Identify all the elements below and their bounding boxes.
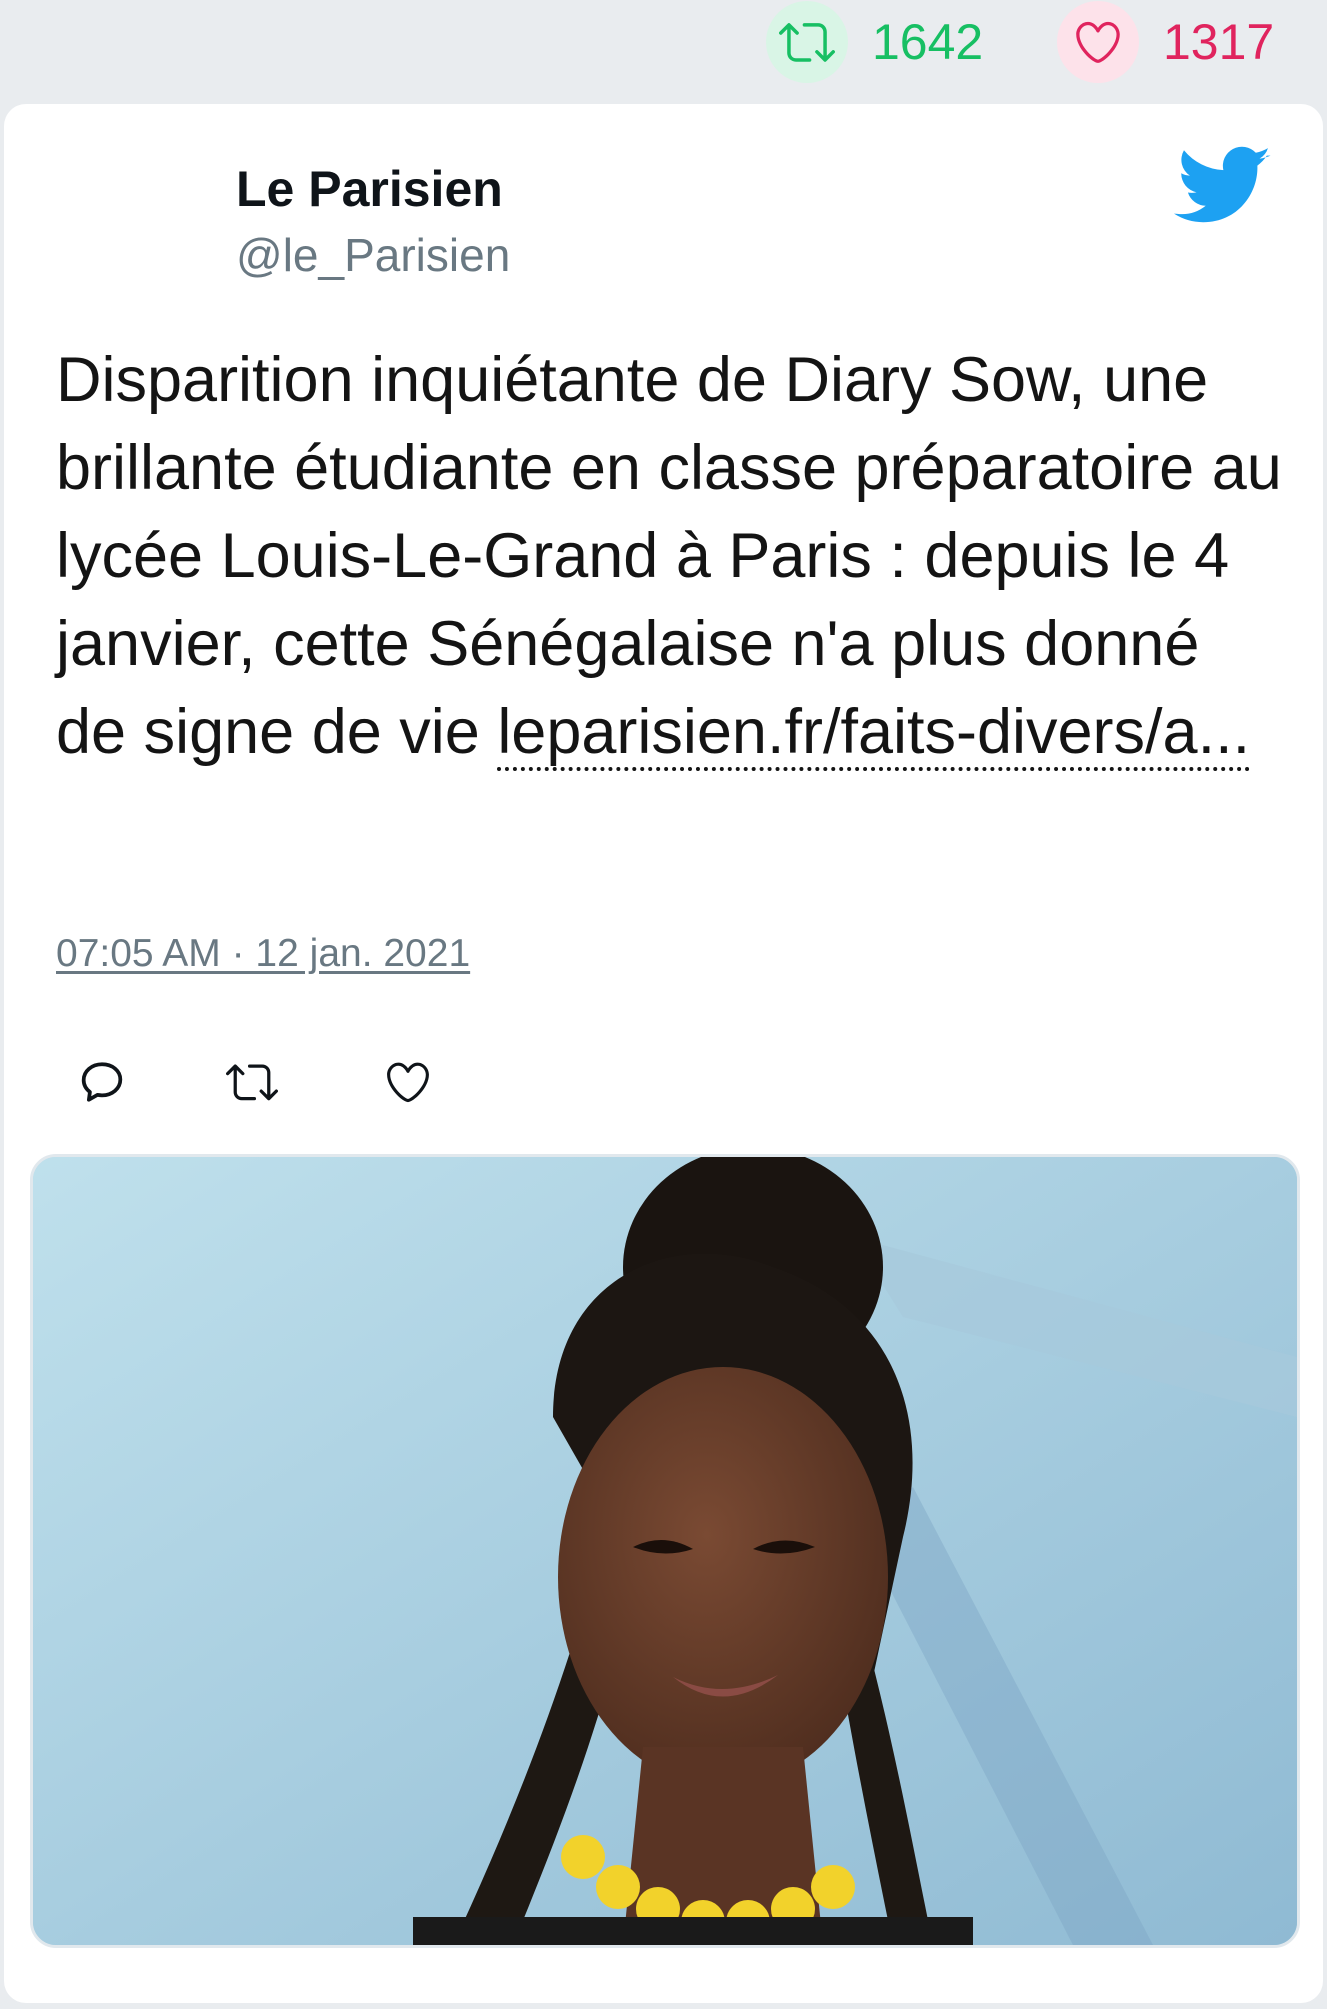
author-block[interactable]: Le Parisien @le_Parisien <box>236 164 510 278</box>
reply-icon[interactable] <box>72 1052 132 1112</box>
retweet-action-icon[interactable] <box>222 1052 282 1112</box>
like-stat[interactable]: 1317 <box>1057 1 1275 83</box>
retweet-icon[interactable] <box>766 1 848 83</box>
retweet-count: 1642 <box>872 14 984 70</box>
like-action-icon[interactable] <box>378 1052 438 1112</box>
tweet-timestamp[interactable]: 07:05 AM · 12 jan. 2021 <box>56 932 470 976</box>
twitter-bird-icon[interactable] <box>1174 146 1272 226</box>
top-garment <box>413 1917 973 1945</box>
author-handle[interactable]: @le_Parisien <box>236 232 510 278</box>
article-link[interactable]: leparisien.fr/faits-divers/a... <box>497 697 1251 771</box>
tweet-media-photo[interactable] <box>30 1154 1300 1948</box>
tweet-card: Le Parisien @le_Parisien Disparition inq… <box>4 104 1323 2003</box>
tweet-body: Disparition inquiétante de Diary Sow, un… <box>56 336 1286 776</box>
face <box>558 1367 888 1787</box>
author-name[interactable]: Le Parisien <box>236 164 510 214</box>
engagement-stats: 1642 1317 <box>0 0 1327 100</box>
retweet-stat[interactable]: 1642 <box>766 1 984 83</box>
heart-icon[interactable] <box>1057 1 1139 83</box>
like-count: 1317 <box>1163 14 1275 70</box>
